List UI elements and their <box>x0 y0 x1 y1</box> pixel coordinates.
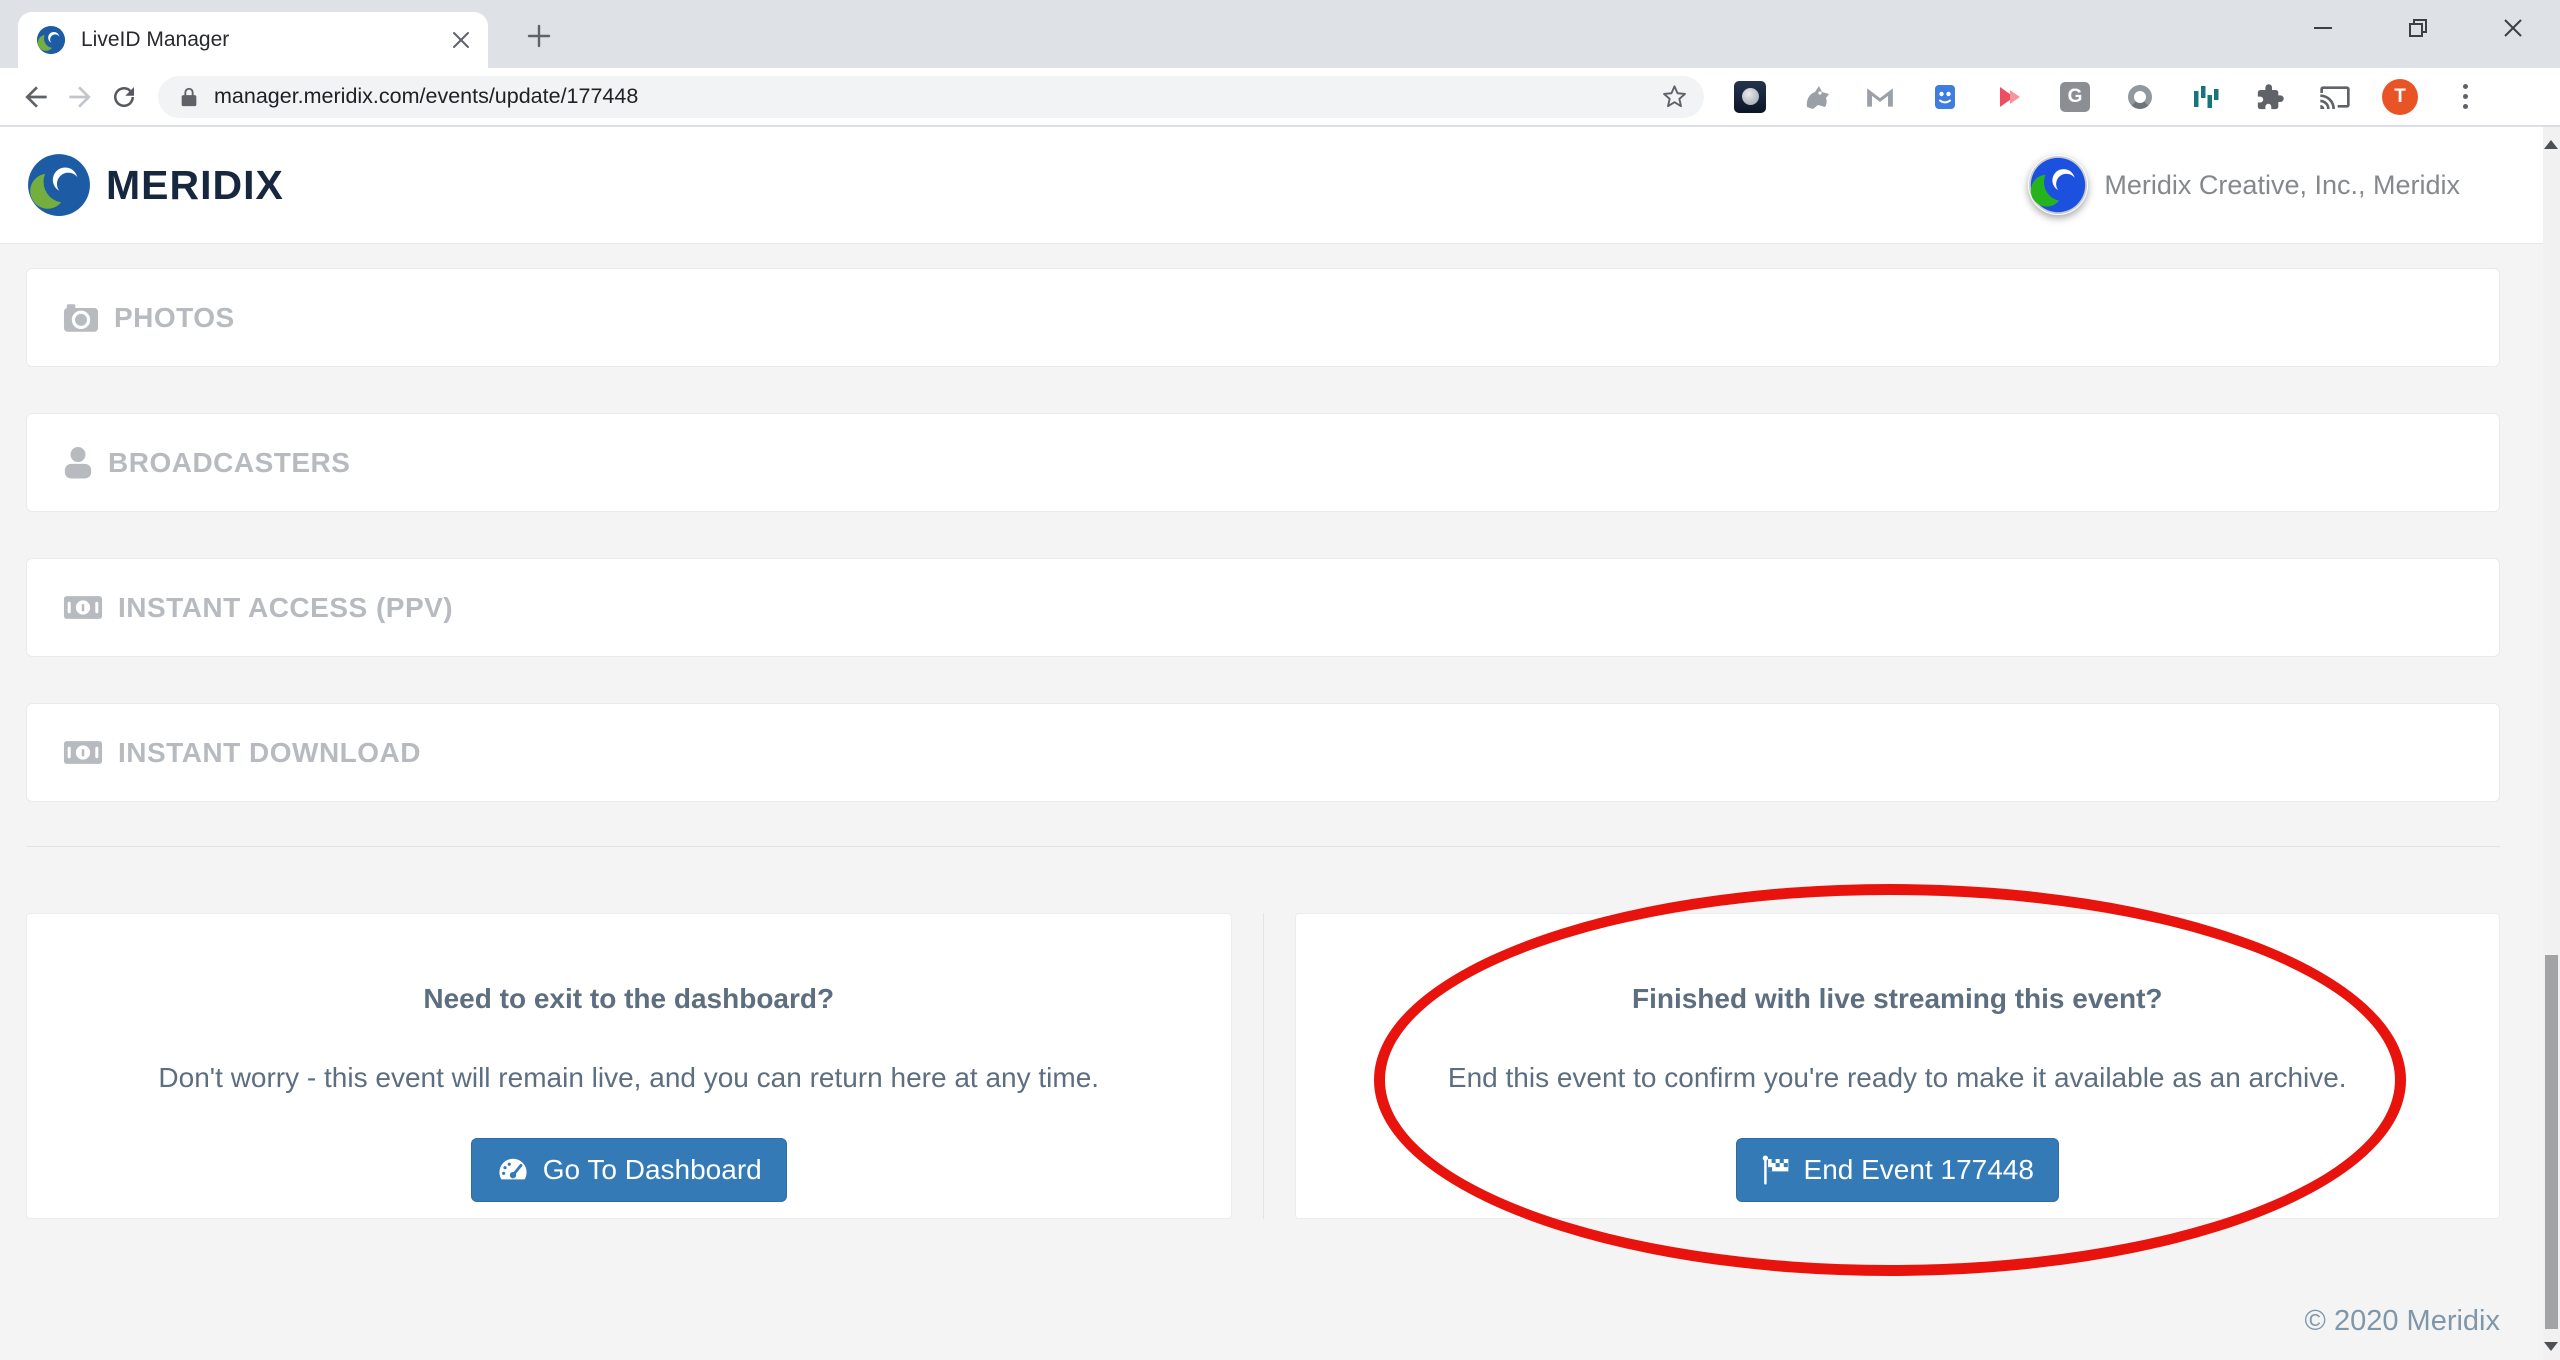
minimize-icon[interactable] <box>2275 0 2370 56</box>
money-bill-icon <box>63 594 103 621</box>
bars-extension-icon[interactable] <box>2185 77 2225 117</box>
flag-checkered-icon <box>1761 1154 1791 1187</box>
scroll-down-icon[interactable] <box>2544 1342 2558 1351</box>
dog-extension-icon[interactable] <box>1795 77 1835 117</box>
back-icon[interactable] <box>14 75 58 119</box>
account-menu[interactable]: Meridix Creative, Inc., Meridix <box>2028 155 2460 215</box>
bottom-cards-row: Need to exit to the dashboard? Don't wor… <box>26 913 2500 1219</box>
page-scrollbar[interactable] <box>2543 127 2560 1360</box>
browser-tab[interactable]: LiveID Manager <box>18 12 488 68</box>
brand-name: MERIDIX <box>106 162 284 209</box>
moon-extension-icon[interactable] <box>1730 77 1770 117</box>
close-icon[interactable] <box>2465 0 2560 56</box>
section-label: INSTANT DOWNLOAD <box>118 737 421 769</box>
new-tab-button[interactable] <box>516 13 562 59</box>
browser-toolbar: manager.meridix.com/events/update/177448… <box>0 68 2560 126</box>
url-text[interactable]: manager.meridix.com/events/update/177448 <box>214 84 1647 109</box>
tag-extension-icon[interactable] <box>1925 77 1965 117</box>
profile-avatar[interactable]: T <box>2380 77 2420 117</box>
end-event-card-heading: Finished with live streaming this event? <box>1296 983 2500 1015</box>
divider <box>26 846 2500 847</box>
section-label: PHOTOS <box>114 302 235 334</box>
section-broadcasters[interactable]: BROADCASTERS <box>26 413 2500 512</box>
section-photos[interactable]: PHOTOS <box>26 268 2500 367</box>
dashboard-card-heading: Need to exit to the dashboard? <box>27 983 1231 1015</box>
meridix-logo-icon <box>26 152 92 218</box>
account-name: Meridix Creative, Inc., Meridix <box>2104 170 2460 201</box>
end-event-card: Finished with live streaming this event?… <box>1295 913 2501 1219</box>
g-extension-label: G <box>2060 82 2090 112</box>
end-event-button[interactable]: End Event 177448 <box>1736 1138 2059 1202</box>
cast-icon[interactable] <box>2315 77 2355 117</box>
address-bar[interactable]: manager.meridix.com/events/update/177448 <box>158 76 1704 118</box>
window-controls <box>2275 0 2560 56</box>
meridix-logo[interactable]: MERIDIX <box>26 152 284 218</box>
account-avatar <box>2028 155 2088 215</box>
ring-extension-icon[interactable] <box>2120 77 2160 117</box>
browser-window: LiveID Manager <box>0 0 2560 1360</box>
scrollbar-thumb[interactable] <box>2545 955 2558 1329</box>
g-extension-icon[interactable]: G <box>2055 77 2095 117</box>
lock-icon <box>178 86 200 108</box>
footer-copyright: © 2020 Meridix <box>26 1305 2500 1338</box>
section-label: INSTANT ACCESS (PPV) <box>118 592 453 624</box>
gmail-extension-icon[interactable] <box>1860 77 1900 117</box>
dashboard-card-body: Don't worry - this event will remain liv… <box>27 1062 1231 1094</box>
page-content: PHOTOS BROADCASTERS INSTANT ACCESS (PPV) <box>0 244 2560 1338</box>
go-to-dashboard-button[interactable]: Go To Dashboard <box>471 1138 787 1202</box>
scroll-up-icon[interactable] <box>2544 140 2558 149</box>
play-extension-icon[interactable] <box>1990 77 2030 117</box>
forward-icon[interactable] <box>58 75 102 119</box>
money-bill-icon <box>63 739 103 766</box>
profile-initial: T <box>2382 79 2418 115</box>
kebab-menu-icon[interactable] <box>2445 77 2485 117</box>
user-icon <box>63 446 93 479</box>
tachometer-icon <box>496 1155 530 1185</box>
reload-icon[interactable] <box>102 75 146 119</box>
go-to-dashboard-label: Go To Dashboard <box>543 1154 762 1186</box>
page-viewport: MERIDIX Meridix Creative, Inc., Meridix <box>0 127 2560 1360</box>
end-event-label: End Event 177448 <box>1804 1154 2034 1186</box>
section-instant-access[interactable]: INSTANT ACCESS (PPV) <box>26 558 2500 657</box>
camera-icon <box>63 302 99 333</box>
end-event-card-body: End this event to confirm you're ready t… <box>1296 1062 2500 1094</box>
tab-close-icon[interactable] <box>450 29 472 51</box>
tab-strip: LiveID Manager <box>0 0 2560 68</box>
section-instant-download[interactable]: INSTANT DOWNLOAD <box>26 703 2500 802</box>
tab-title: LiveID Manager <box>81 28 435 52</box>
site-header: MERIDIX Meridix Creative, Inc., Meridix <box>0 127 2560 244</box>
puzzle-extensions-icon[interactable] <box>2250 77 2290 117</box>
extensions-row: G T <box>1730 77 2485 117</box>
meridix-favicon <box>36 25 66 55</box>
dashboard-card: Need to exit to the dashboard? Don't wor… <box>26 913 1232 1219</box>
bookmark-star-icon[interactable] <box>1661 83 1688 110</box>
section-label: BROADCASTERS <box>108 447 350 479</box>
restore-icon[interactable] <box>2370 0 2465 56</box>
